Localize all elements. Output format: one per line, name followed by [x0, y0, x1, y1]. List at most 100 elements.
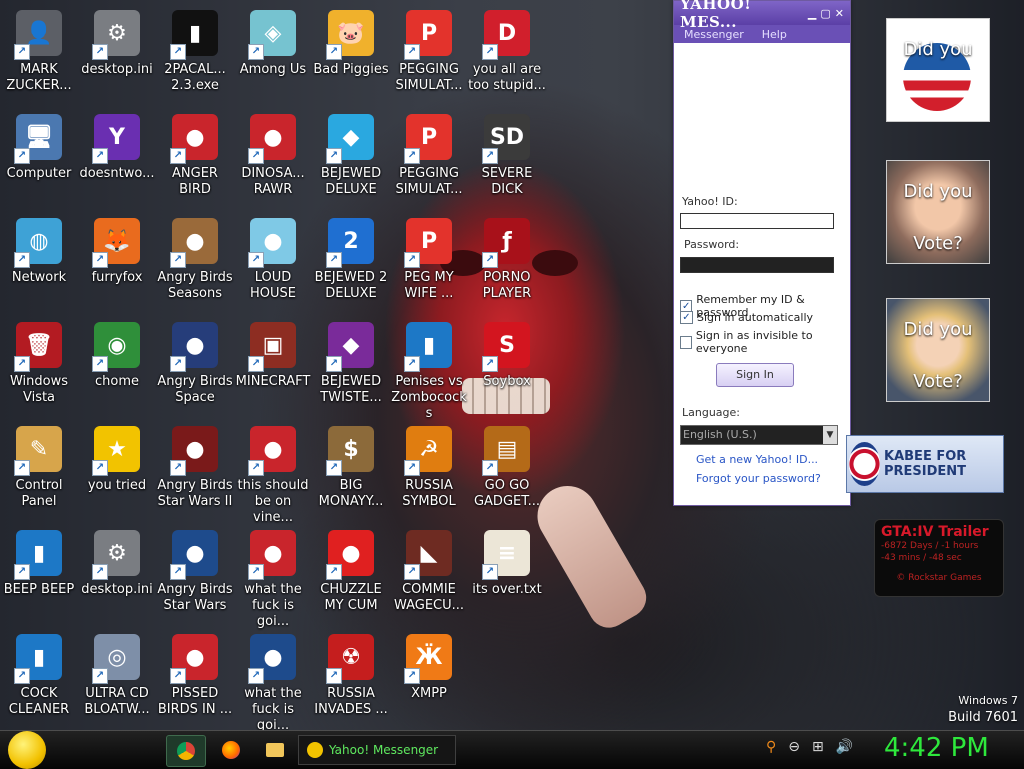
desktop-icon[interactable]: P ↗ PEGGING SIMULAT... [390, 6, 468, 106]
desktop-icon[interactable]: ≡ ↗ its over.txt [468, 526, 546, 626]
desktop-icon[interactable]: ☭ ↗ RUSSIA SYMBOL [390, 422, 468, 522]
desktop-icon[interactable]: SD ↗ SEVERE DICK [468, 110, 546, 210]
desktop-icon[interactable]: Y ↗ doesntwo... [78, 110, 156, 210]
desktop-icon[interactable]: 2 ↗ BEJEWED 2 DELUXE [312, 214, 390, 314]
desktop-icon[interactable]: ● ↗ what the fuck is goi... [234, 526, 312, 629]
taskbar-firefox-button[interactable] [212, 735, 250, 765]
desktop-icon[interactable]: D ↗ you all are too stupid... [468, 6, 546, 106]
desktop-icon[interactable]: P ↗ PEGGING SIMULAT... [390, 110, 468, 210]
app-icon: ● ↗ [170, 322, 218, 372]
menu-messenger[interactable]: Messenger [684, 28, 744, 41]
desktop-icon[interactable]: ▮ ↗ Penises vs Zombococks [390, 318, 468, 421]
desktop-icon[interactable]: ◈ ↗ Among Us [234, 6, 312, 106]
desktop-icon[interactable]: $ ↗ BIG MONAYY... [312, 422, 390, 522]
desktop-icon[interactable]: ▮ ↗ BEEP BEEP [0, 526, 78, 626]
checkbox-checked-icon: ✓ [680, 311, 693, 324]
desktop-icon[interactable]: ◆ ↗ BEJEWED TWISTE... [312, 318, 390, 418]
yahoo-title-bar[interactable]: YAHOO! MES... ▁ ▢ ✕ [674, 0, 850, 31]
shortcut-arrow-icon: ↗ [92, 564, 108, 580]
desktop-icon[interactable]: ⚙ ↗ desktop.ini [78, 526, 156, 626]
desktop-icon[interactable]: ★ ↗ you tried [78, 422, 156, 522]
taskbar-chrome-button[interactable] [166, 735, 206, 767]
speaker-icon[interactable]: 🔊 [836, 739, 853, 755]
shortcut-arrow-icon: ↗ [170, 356, 186, 372]
taskbar-yahoo-messenger[interactable]: Yahoo! Messenger [298, 735, 456, 765]
desktop-icon[interactable]: ● ↗ CHUZZLE MY CUM [312, 526, 390, 626]
chevron-down-icon[interactable]: ▼ [823, 426, 837, 444]
invisible-checkbox[interactable]: Sign in as invisible to everyone [680, 329, 850, 355]
shortcut-arrow-icon: ↗ [326, 148, 342, 164]
yahoo-task-label: Yahoo! Messenger [329, 743, 439, 757]
desktop-icon[interactable]: ƒ ↗ PORNO PLAYER [468, 214, 546, 314]
desktop-icon[interactable]: S ↗ Soybox [468, 318, 546, 418]
desktop-icon[interactable]: ◣ ↗ COMMIE WAGECU... [390, 526, 468, 626]
desktop-icon[interactable]: 🐷 ↗ Bad Piggies [312, 6, 390, 106]
app-icon: ⚙ ↗ [92, 530, 140, 580]
password-label: Password: [684, 238, 740, 251]
gta-countdown-gadget[interactable]: GTA:IV Trailer -6872 Days / -1 hours -43… [874, 519, 1004, 597]
shortcut-arrow-icon: ↗ [248, 44, 264, 60]
taskbar-explorer-button[interactable] [256, 735, 294, 765]
desktop-icon[interactable]: ▣ ↗ MINECRAFT [234, 318, 312, 418]
auto-signin-checkbox[interactable]: ✓ Sign in automatically [680, 311, 813, 324]
desktop-icon-label: 2PACAL... 2.3.exe [164, 62, 226, 93]
shortcut-arrow-icon: ↗ [248, 564, 264, 580]
start-button-smiley-icon[interactable] [8, 731, 46, 769]
desktop-icon[interactable]: ☢ ↗ RUSSIA INVADES ... [312, 630, 390, 730]
desktop-icon[interactable]: ● ↗ PISSED BIRDS IN ... [156, 630, 234, 730]
desktop-icon[interactable]: ◍ ↗ Network [0, 214, 78, 314]
minus-icon[interactable]: ⊖ [788, 739, 800, 755]
shortcut-arrow-icon: ↗ [92, 44, 108, 60]
desktop-icon[interactable]: ● ↗ what the fuck is goi... [234, 630, 312, 733]
desktop-icon[interactable]: ◉ ↗ chome [78, 318, 156, 418]
search-icon[interactable]: ⚲ [766, 739, 776, 755]
desktop-icon[interactable]: ● ↗ DINOSA... RAWR [234, 110, 312, 210]
desktop-icon[interactable]: 🗑 ↗ Windows Vista [0, 318, 78, 418]
desktop-icon-label: Network [11, 270, 67, 285]
desktop-icon[interactable]: ◆ ↗ BEJEWED DELUXE [312, 110, 390, 210]
desktop-icon[interactable]: ● ↗ Angry Birds Seasons [156, 214, 234, 314]
yahoo-id-label: Yahoo! ID: [682, 195, 738, 208]
vote-gadget-obama[interactable]: Did you [886, 18, 990, 122]
shortcut-arrow-icon: ↗ [14, 668, 30, 684]
vote-gadget-obama-caption: Did you [903, 39, 973, 60]
desktop-icon[interactable]: ⚙ ↗ desktop.ini [78, 6, 156, 106]
desktop-icon[interactable]: ◎ ↗ ULTRA CD BLOATW... [78, 630, 156, 730]
maximize-icon[interactable]: ▢ [820, 7, 830, 20]
shortcut-arrow-icon: ↗ [14, 44, 30, 60]
desktop-icon[interactable]: Ӝ ↗ XMPP [390, 630, 468, 730]
desktop-icon[interactable]: P ↗ PEG MY WIFE ... [390, 214, 468, 314]
close-icon[interactable]: ✕ [835, 7, 844, 20]
vote-gadget-mccain-bottom: Vote? [913, 233, 963, 254]
folder-icon [266, 743, 284, 757]
sign-in-button[interactable]: Sign In [716, 363, 794, 387]
shortcut-arrow-icon: ↗ [248, 252, 264, 268]
desktop-icon[interactable]: 👤 ↗ MARK ZUCKER... [0, 6, 78, 106]
new-id-link[interactable]: Get a new Yahoo! ID... [696, 453, 818, 466]
desktop-icon[interactable]: ● ↗ Angry Birds Star Wars [156, 526, 234, 626]
network-icon[interactable]: ⊞ [812, 739, 824, 755]
desktop-icon[interactable]: ● ↗ this should be on vine... [234, 422, 312, 525]
vote-gadget-mccain[interactable]: Did you Vote? [886, 160, 990, 264]
yahoo-id-field[interactable] [680, 213, 834, 229]
yahoo-messenger-window[interactable]: YAHOO! MES... ▁ ▢ ✕ Messenger Help Yahoo… [673, 0, 851, 506]
menu-help[interactable]: Help [762, 28, 787, 41]
desktop-icon[interactable]: ● ↗ LOUD HOUSE [234, 214, 312, 314]
desktop-icon[interactable]: ✎ ↗ Control Panel [0, 422, 78, 522]
forgot-password-link[interactable]: Forgot your password? [696, 472, 821, 485]
desktop-icon[interactable]: ● ↗ Angry Birds Star Wars II [156, 422, 234, 522]
desktop-icon[interactable]: ▮ ↗ COCK CLEANER [0, 630, 78, 730]
password-field[interactable] [680, 257, 834, 273]
language-select[interactable]: English (U.S.) ▼ [680, 425, 838, 445]
desktop-icon[interactable]: ● ↗ ANGER BIRD [156, 110, 234, 210]
desktop-icon[interactable]: 🖥 ↗ Computer [0, 110, 78, 210]
desktop-icon[interactable]: ● ↗ Angry Birds Space [156, 318, 234, 418]
desktop-icon[interactable]: ▮ ↗ 2PACAL... 2.3.exe [156, 6, 234, 106]
vote-gadget-hillary[interactable]: Did you Vote? [886, 298, 990, 402]
shortcut-arrow-icon: ↗ [248, 148, 264, 164]
desktop-icon[interactable]: ▤ ↗ GO GO GADGET... [468, 422, 546, 522]
minimize-icon[interactable]: ▁ [808, 7, 816, 20]
huckabee-gadget[interactable]: KABEE FOR PRESIDENT [846, 435, 1004, 493]
desktop-icon[interactable]: 🦊 ↗ furryfox [78, 214, 156, 314]
taskbar-clock[interactable]: 4:42 PM [884, 733, 989, 763]
